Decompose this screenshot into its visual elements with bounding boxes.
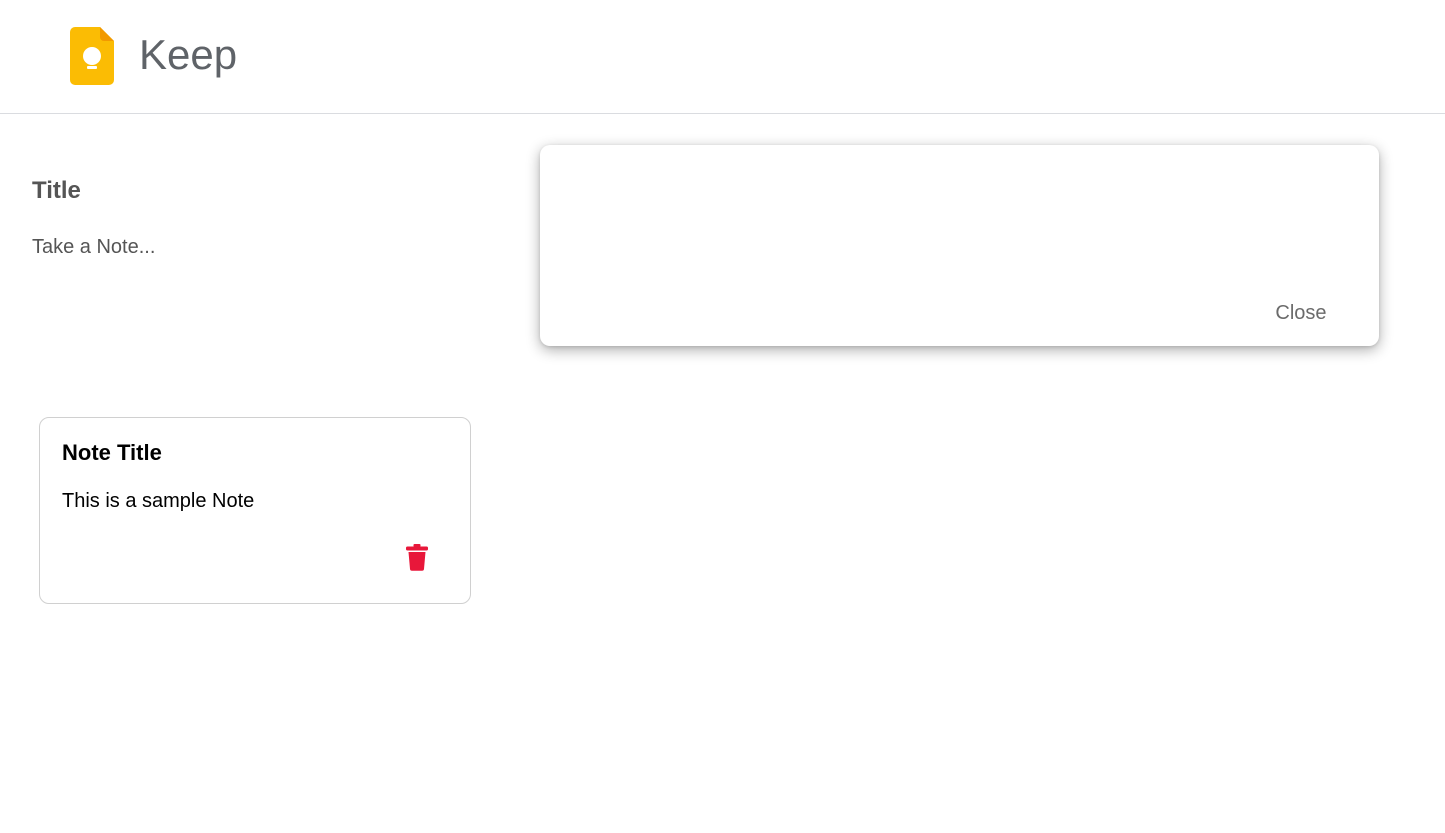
- close-button[interactable]: Close: [1268, 300, 1334, 326]
- keep-logo-icon: [70, 27, 114, 85]
- note-title: Note Title: [62, 440, 162, 465]
- trash-icon: [406, 544, 428, 571]
- delete-note-button[interactable]: [402, 542, 432, 572]
- note-card: Note Title This is a sample Note: [39, 417, 471, 604]
- note-title-input[interactable]: [32, 176, 792, 206]
- note-body-input[interactable]: [32, 236, 792, 262]
- app-title: Keep: [139, 31, 238, 78]
- app-header: Keep: [0, 0, 1445, 114]
- note-content: This is a sample Note: [62, 490, 255, 512]
